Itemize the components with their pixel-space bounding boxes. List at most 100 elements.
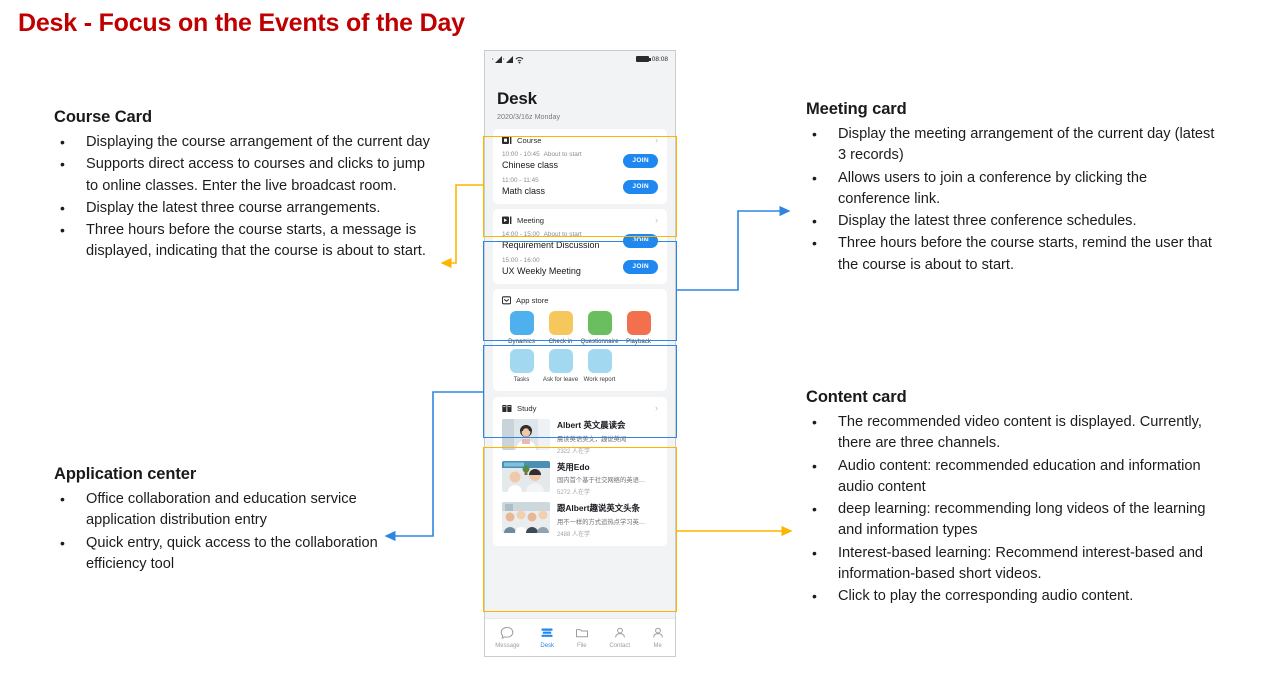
study-item-subtitle: 国内首个基于社交网络的英语…	[557, 477, 646, 484]
list-item-text: Audio content: recommended education and…	[838, 457, 1201, 495]
app-store-card-header: App store	[502, 296, 658, 305]
meeting-row-meta: 14:00 - 15:00 About to start	[502, 231, 600, 238]
join-button[interactable]: JOIN	[623, 259, 658, 274]
course-card-header[interactable]: Course ›	[502, 136, 658, 145]
phone-header: Desk 2020/3/16z Monday	[485, 67, 675, 129]
meeting-row[interactable]: 14:00 - 15:00 About to start Requirement …	[502, 231, 658, 250]
bullet-glyph: •	[812, 169, 817, 186]
status-bar: • • 08:08	[485, 51, 675, 67]
list-item: • Supports direct access to courses and c…	[54, 154, 434, 197]
tab-contact[interactable]: Contact	[609, 626, 630, 649]
meeting-card[interactable]: Meeting › 14:00 - 15:00 About to start Re…	[493, 209, 667, 284]
bullet-glyph: •	[812, 235, 817, 252]
app-grid: Dynamics Check in Questionnaire Playback…	[502, 311, 658, 383]
app-tile-tasks[interactable]: Tasks	[502, 349, 541, 383]
course-row-time: 10:00 - 10:45	[502, 151, 540, 158]
course-row[interactable]: 10:00 - 10:45 About to start Chinese clas…	[502, 151, 658, 170]
meeting-card-header[interactable]: Meeting ›	[502, 216, 658, 225]
chevron-right-icon[interactable]: ›	[655, 216, 658, 225]
study-item-text: 英用Edo 国内首个基于社交网络的英语… 5272 人在学	[557, 461, 658, 497]
study-item-title: 英用Edo	[557, 461, 590, 472]
app-store-card-header-left: App store	[502, 296, 549, 305]
course-row-info: 10:00 - 10:45 About to start Chinese clas…	[502, 151, 582, 170]
study-item-subtitle: 晨读英语美文，趣说英闻	[557, 435, 627, 443]
course-card-header-left: Course	[502, 136, 541, 145]
join-button[interactable]: JOIN	[623, 179, 658, 194]
list-item-text: Supports direct access to courses and cl…	[86, 156, 426, 194]
tab-label: Desk	[540, 643, 555, 649]
study-thumbnail-art	[502, 460, 550, 492]
bullet-glyph: •	[60, 222, 65, 239]
join-button[interactable]: JOIN	[623, 153, 658, 168]
course-row-time: 11:00 - 11:45	[502, 177, 539, 184]
bullet-glyph: •	[60, 156, 65, 173]
meeting-row-time: 14:00 - 15:00	[502, 231, 540, 238]
meeting-row-meta: 15:00 - 16:00	[502, 257, 581, 264]
course-row[interactable]: 11:00 - 11:45 Math class JOIN	[502, 177, 658, 196]
page-title: Desk - Focus on the Events of the Day	[18, 9, 465, 37]
battery-icon	[635, 56, 651, 62]
course-card-label: Course	[517, 136, 542, 145]
slide-canvas: Desk - Focus on the Events of the Day Co…	[0, 0, 1267, 683]
note-content-card: Content card • The recommended video cont…	[806, 388, 1231, 609]
app-tile-work-report[interactable]: Work report	[580, 349, 619, 383]
tab-me[interactable]: Me	[651, 626, 665, 649]
meeting-row-info: 14:00 - 15:00 About to start Requirement …	[502, 231, 600, 250]
study-card-header[interactable]: Study ›	[502, 404, 658, 413]
chevron-right-icon[interactable]: ›	[655, 404, 658, 413]
desk-icon	[541, 628, 553, 637]
phone-title: Desk	[497, 89, 537, 108]
meeting-row[interactable]: 15:00 - 16:00 UX Weekly Meeting JOIN	[502, 257, 658, 276]
bullet-glyph: •	[812, 126, 817, 142]
person-icon	[652, 627, 663, 638]
list-item-text: Display the meeting arrangement of the c…	[838, 126, 1215, 164]
bottom-tab-bar: Message Desk File Contact Me	[485, 618, 675, 656]
app-tile-label: Ask for leave	[542, 376, 579, 383]
phone-date: 2020/3/16z Monday	[497, 112, 561, 121]
study-list-item[interactable]: Albert 英文晨读会 晨读英语美文，趣说英闻 2322 人在学	[502, 419, 658, 455]
status-bar-right: 08:08	[635, 56, 668, 63]
bullet-glyph: •	[812, 213, 817, 230]
list-item: • Three hours before the course starts, r…	[806, 233, 1221, 276]
app-tile-playback[interactable]: Playback	[619, 311, 658, 345]
app-tile-dynamics[interactable]: Dynamics	[502, 311, 541, 345]
course-card[interactable]: Course › 10:00 - 10:45 About to start Chi…	[493, 129, 667, 204]
course-row-meta: 11:00 - 11:45	[502, 177, 545, 184]
app-tile-label: Tasks	[513, 376, 530, 383]
signal-wifi-icons: • •	[492, 55, 524, 63]
chevron-right-icon[interactable]: ›	[655, 136, 658, 145]
study-list-item[interactable]: 跟Albert趣说英文头条 用不一样的方式追热点学习英… 2488 人在学	[502, 502, 658, 538]
study-list-item[interactable]: 英用Edo 国内首个基于社交网络的英语… 5272 人在学	[502, 460, 658, 497]
list-item-text: Three hours before the course starts, a …	[86, 222, 426, 260]
meeting-row-title: Requirement Discussion	[502, 240, 600, 250]
tab-desk[interactable]: Desk	[540, 626, 554, 649]
app-tile-questionnaire[interactable]: Questionnaire	[580, 311, 619, 345]
app-tile-color	[587, 349, 612, 373]
meeting-row-status: About to start	[543, 231, 582, 238]
app-tile-color	[548, 349, 573, 373]
study-item-text: Albert 英文晨读会 晨读英语美文，趣说英闻 2322 人在学	[557, 419, 658, 455]
bullet-glyph: •	[812, 544, 817, 561]
app-tile-ask-for-leave[interactable]: Ask for leave	[541, 349, 580, 383]
app-tile-check-in[interactable]: Check in	[541, 311, 580, 345]
course-row-info: 11:00 - 11:45 Math class	[502, 177, 545, 196]
list-item: • Allows users to join a conference by cl…	[806, 168, 1221, 211]
bullet-glyph: •	[812, 501, 817, 518]
study-item-count: 5272 人在学	[557, 490, 591, 496]
app-tile-color	[509, 349, 534, 373]
app-tile-label: Questionnaire	[580, 338, 619, 345]
join-button[interactable]: JOIN	[623, 233, 658, 248]
study-card[interactable]: Study › Albert 英文晨读会 晨读英语美文，趣说英闻 2322 人在…	[493, 397, 667, 546]
app-tile-color	[509, 311, 534, 335]
list-item: • Audio content: recommended education an…	[806, 456, 1231, 499]
note-content-card-heading: Content card	[806, 388, 907, 406]
app-store-card[interactable]: App store Dynamics Check in Questionnair…	[493, 289, 667, 391]
tab-file[interactable]: File	[575, 626, 589, 649]
list-item-text: Three hours before the course starts, re…	[838, 235, 1212, 273]
app-tile-label: Work report	[583, 376, 616, 383]
note-course-card-heading: Course Card	[54, 108, 152, 126]
appstore-icon	[502, 296, 511, 305]
study-item-title: 跟Albert趣说英文头条	[557, 503, 640, 513]
list-item: • Click to play the corresponding audio c…	[806, 586, 1231, 607]
tab-message[interactable]: Message	[495, 626, 520, 649]
